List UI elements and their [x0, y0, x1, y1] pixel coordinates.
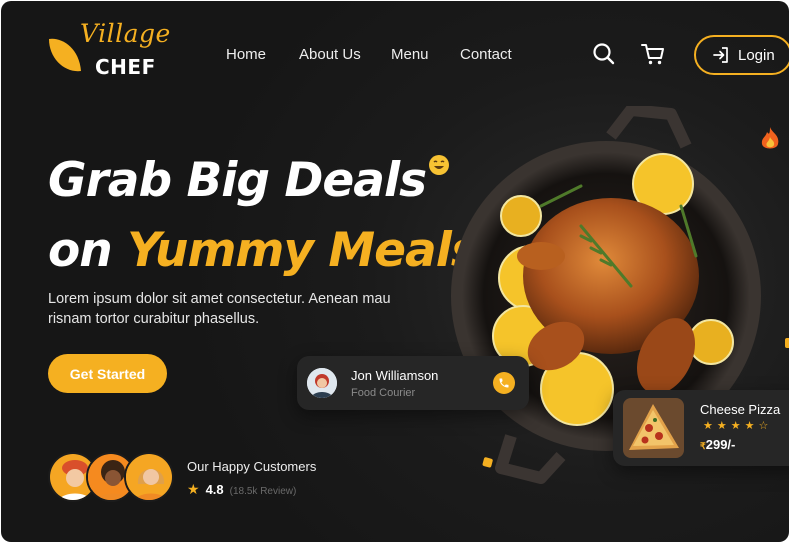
pizza-image	[623, 398, 684, 458]
dish-rating-stars: ★★★★☆	[703, 420, 773, 432]
brand-logo[interactable]: Village CHEF	[47, 19, 177, 81]
get-started-button[interactable]: Get Started	[48, 354, 167, 393]
app-frame: Village CHEF Home About Us Menu Contact …	[1, 1, 789, 542]
courier-role: Food Courier	[351, 387, 416, 399]
nav-home[interactable]: Home	[226, 46, 266, 63]
star-icon: ★	[187, 481, 200, 497]
hero-description: Lorem ipsum dolor sit amet consectetur. …	[48, 291, 391, 327]
nav-contact[interactable]: Contact	[460, 46, 512, 63]
dish-card[interactable]: Cheese Pizza ★★★★☆ ₹299/-	[613, 390, 789, 466]
confetti-decoration	[785, 338, 789, 348]
fire-emoji-icon	[761, 127, 779, 149]
smiley-emoji-icon	[429, 155, 449, 175]
nav-menu[interactable]: Menu	[391, 46, 429, 63]
nav-about-us[interactable]: About Us	[299, 46, 361, 63]
avatar	[124, 452, 174, 502]
customers-label: Our Happy Customers	[187, 459, 317, 474]
login-label: Login	[738, 46, 775, 64]
hero-title-prefix: on	[48, 223, 128, 278]
search-icon[interactable]	[591, 41, 617, 67]
customer-avatars	[48, 452, 178, 502]
review-count: (18.5k Review)	[229, 486, 297, 497]
brand-script-name: Village	[80, 19, 171, 48]
hero-title-line1: Grab Big Deals	[48, 153, 427, 208]
dish-price: ₹299/-	[700, 437, 735, 452]
phone-icon	[499, 378, 509, 388]
call-button[interactable]	[493, 372, 515, 394]
avatar	[307, 368, 337, 398]
dish-name: Cheese Pizza	[700, 402, 781, 417]
login-icon	[713, 47, 728, 63]
rating-value: 4.8	[205, 482, 224, 497]
customer-rating: ★ 4.8 (18.5k Review)	[187, 481, 296, 498]
dish-price-value: 299/-	[705, 437, 736, 452]
hero-title-line2: on Yummy Meals!	[48, 223, 499, 278]
cart-icon[interactable]	[640, 41, 666, 67]
leaf-logo-icon	[49, 38, 81, 72]
courier-card[interactable]: Jon Williamson Food Courier	[297, 356, 529, 410]
login-button[interactable]: Login	[694, 35, 789, 75]
confetti-decoration	[482, 457, 493, 468]
courier-name: Jon Williamson	[351, 368, 439, 383]
brand-name: CHEF	[95, 55, 156, 79]
